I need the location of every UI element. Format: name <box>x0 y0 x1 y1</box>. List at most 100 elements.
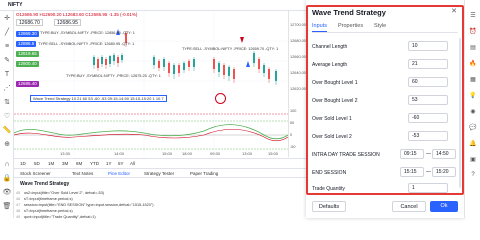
time-tick: 14:00 <box>114 151 125 156</box>
magnet-icon[interactable]: ∩ <box>2 161 12 169</box>
hotlist-icon[interactable]: 🔥 <box>468 60 478 68</box>
input-row: Over Sold Level 2 -53 <box>312 131 458 143</box>
eye-icon[interactable]: 👁 <box>2 189 12 197</box>
ok-button[interactable]: Ok <box>430 201 458 212</box>
trade-quantity-input[interactable]: 1 <box>408 183 448 193</box>
tab-stock-screener[interactable]: Stock Screener <box>20 171 51 176</box>
range-1y[interactable]: 1Y <box>106 161 112 166</box>
candle <box>173 65 175 74</box>
symbol-name[interactable]: NIFTY <box>8 2 22 8</box>
candle <box>188 61 190 67</box>
zoom-icon[interactable]: ⊕ <box>2 141 12 149</box>
candle <box>97 59 99 68</box>
tab-style[interactable]: Style <box>374 23 386 29</box>
osc-tick: 50 <box>290 121 295 125</box>
alerts-icon[interactable]: ⏰ <box>468 28 478 36</box>
os-level-1-input[interactable]: -60 <box>408 113 448 123</box>
streams-icon[interactable]: ◉ <box>468 108 478 116</box>
range-1d[interactable]: 1D <box>20 161 26 166</box>
sell-price-box[interactable]: 12686.70 <box>16 19 43 26</box>
lock-icon[interactable]: 🔒 <box>2 175 12 183</box>
dialog-title: Wave Trend Strategy <box>312 8 386 17</box>
tab-text-notes[interactable]: Text Notes <box>72 171 93 176</box>
end-session-end-input[interactable]: 15:20 <box>432 167 456 177</box>
fib-icon[interactable]: ≡ <box>2 43 12 51</box>
indicator-settings-dialog: Wave Trend Strategy ✕ Inputs Properties … <box>306 0 464 218</box>
sell-arrow-icon <box>240 37 244 43</box>
average-length-input[interactable]: 21 <box>408 59 448 69</box>
end-session-start-input[interactable]: 15:15 <box>400 167 424 177</box>
session-start-input[interactable]: 09:15 <box>400 149 424 159</box>
defaults-button[interactable]: Defaults <box>312 201 346 212</box>
indicator-settings-highlight[interactable] <box>215 93 226 104</box>
candle <box>268 69 270 79</box>
input-row: END SESSION 15:15 — 15:20 <box>312 167 458 179</box>
ob-level-1-input[interactable]: 60 <box>408 77 448 87</box>
trendline-icon[interactable]: ╱ <box>2 29 12 37</box>
trade-label: TYPE:SELL -SYMBOL:NIFTY -PRICE: 12680.95… <box>38 42 135 46</box>
session-end-input[interactable]: 14:50 <box>432 149 456 159</box>
code-text: sT=input(timeframe.period,s) <box>24 209 73 213</box>
notifications-icon[interactable]: 🔔 <box>468 140 478 148</box>
field-label: Over Bought Level 2 <box>312 98 358 104</box>
forecast-icon[interactable]: ⇅ <box>2 99 12 107</box>
pine-editor[interactable]: Wave Trend Strategy 45 os2=input(title="O… <box>14 177 306 219</box>
osc-tick: 0 <box>290 133 293 137</box>
ruler-icon[interactable]: 📏 <box>2 127 12 135</box>
trash-icon[interactable]: 🗑 <box>2 203 12 211</box>
brush-icon[interactable]: ✎ <box>2 57 12 65</box>
drawing-toolbar: ✛ ╱ ≡ ✎ T ⋰ ⇅ ♡ 📏 ⊕ ∩ 🔒 👁 🗑 <box>0 11 14 218</box>
trade-label: TYPE:BUY -SYMBOL:NIFTY -PRICE: 12675.25 … <box>66 74 161 78</box>
price-scale[interactable]: 12700.00 12680.00 12660.00 12640.00 1262… <box>288 11 306 157</box>
price-chart[interactable]: O12686.90 H12690.20 L12683.60 C12686.95 … <box>14 11 306 157</box>
crosshair-icon[interactable]: ✛ <box>2 15 12 23</box>
shapes-icon[interactable]: ♡ <box>2 113 12 121</box>
candle <box>193 59 195 67</box>
data-window-icon[interactable]: ▤ <box>468 44 478 52</box>
ohlc-readout: O12686.90 H12690.20 L12683.60 C12686.95 … <box>16 12 138 17</box>
time-tick: 15:00 <box>162 151 173 156</box>
line-number: 46 <box>16 197 21 201</box>
tab-properties[interactable]: Properties <box>338 23 363 29</box>
text-icon[interactable]: T <box>2 71 12 79</box>
calendar-icon[interactable]: ▦ <box>468 76 478 84</box>
cancel-button[interactable]: Cancel <box>392 201 426 212</box>
range-ytd[interactable]: YTD <box>90 161 99 166</box>
close-icon[interactable]: ✕ <box>451 7 457 15</box>
candle <box>109 56 111 64</box>
range-5y[interactable]: 5Y <box>118 161 124 166</box>
time-tick: 15:00 <box>268 151 279 156</box>
orders-icon[interactable]: ▣ <box>468 156 478 164</box>
date-range-bar: 1D 5D 1M 3M 6M YTD 1Y 5Y All <box>14 158 306 168</box>
buy-price: 12686.95 <box>57 20 78 26</box>
indicator-legend[interactable]: Wave Trend Strategy 10 21 60 53 -60 -53 … <box>30 95 167 102</box>
ideas-icon[interactable]: 💡 <box>468 92 478 100</box>
candle <box>258 59 260 69</box>
range-dash: — <box>426 151 431 157</box>
range-1m[interactable]: 1M <box>48 161 54 166</box>
os-level-2-input[interactable]: -53 <box>408 131 448 141</box>
candle <box>263 65 265 73</box>
chat-icon[interactable]: 💬 <box>468 124 478 132</box>
help-icon[interactable]: ? <box>468 172 478 180</box>
time-axis[interactable]: 13:30 14:00 15:00 18:00 09:30 13:00 15:0… <box>14 149 288 158</box>
input-row: Average Length 21 <box>312 59 458 71</box>
tab-pine-editor[interactable]: Pine Editor <box>108 171 130 176</box>
range-5d[interactable]: 5D <box>34 161 40 166</box>
code-text: session=input(title="END SESSION" type=i… <box>24 203 154 207</box>
buy-price-box[interactable]: 12686.95 <box>54 19 81 26</box>
range-3m[interactable]: 3M <box>62 161 68 166</box>
tab-paper-trading[interactable]: Paper Trading <box>190 171 218 176</box>
range-all[interactable]: All <box>130 161 135 166</box>
field-label: Over Sold Level 2 <box>312 134 352 140</box>
trade-label: TYPE:SELL -SYMBOL:NIFTY -PRICE: 12659.70… <box>182 47 279 51</box>
pattern-icon[interactable]: ⋰ <box>2 85 12 93</box>
watchlist-icon[interactable]: ☰ <box>468 12 478 20</box>
tab-inputs[interactable]: Inputs <box>312 23 327 32</box>
range-6m[interactable]: 6M <box>76 161 82 166</box>
ob-level-2-input[interactable]: 53 <box>408 95 448 105</box>
trading-app: NIFTY ✛ ╱ ≡ ✎ T ⋰ ⇅ ♡ 📏 ⊕ ∩ 🔒 👁 🗑 O12686… <box>0 0 480 219</box>
tab-strategy-tester[interactable]: Strategy Tester <box>144 171 174 176</box>
dialog-scrollbar[interactable] <box>459 38 461 188</box>
channel-length-input[interactable]: 10 <box>408 41 448 51</box>
